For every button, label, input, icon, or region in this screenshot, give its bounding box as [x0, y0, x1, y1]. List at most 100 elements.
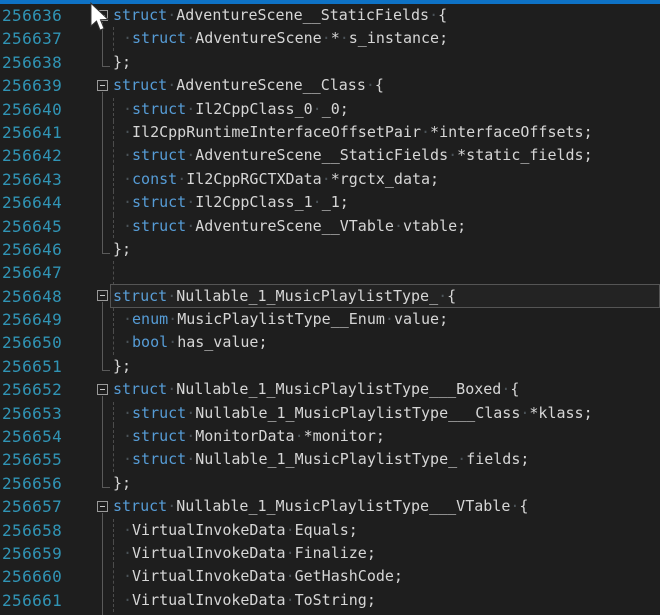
whitespace-dot: ·	[123, 29, 132, 47]
code-text[interactable]: ·enum·MusicPlaylistType__Enum·value;	[113, 308, 660, 331]
whitespace-dot: ·	[340, 29, 349, 47]
code-line[interactable]: 256657 struct·Nullable_1_MusicPlaylistTyp…	[0, 495, 660, 518]
line-number[interactable]: 256660	[0, 565, 97, 588]
indent-guide	[113, 519, 123, 542]
whitespace-dot: ·	[286, 544, 295, 562]
editor-code-area[interactable]: 256636 struct·AdventureScene__StaticField…	[0, 4, 660, 615]
line-number[interactable]: 256656	[0, 472, 97, 495]
fold-collapse-icon[interactable]	[97, 10, 108, 21]
line-number[interactable]: 256640	[0, 98, 97, 121]
code-text[interactable]: ·struct·Il2CppClass_1·_1;	[113, 191, 660, 214]
fold-connector-line	[102, 331, 103, 354]
line-number[interactable]: 256661	[0, 589, 97, 612]
code-line[interactable]: 256650 ·bool·has_value;	[0, 331, 660, 354]
code-text[interactable]: ·VirtualInvokeData·GetHashCode;	[113, 565, 660, 588]
code-line[interactable]: 256643 ·const·Il2CppRGCTXData·*rgctx_data…	[0, 168, 660, 191]
code-line[interactable]: 256642 ·struct·AdventureScene__StaticFiel…	[0, 144, 660, 167]
line-number[interactable]: 256654	[0, 425, 97, 448]
line-number[interactable]: 256639	[0, 74, 97, 97]
code-line[interactable]: 256654 ·struct·MonitorData·*monitor;	[0, 425, 660, 448]
code-text[interactable]: struct·AdventureScene__Class·{	[113, 74, 660, 97]
whitespace-dot: ·	[322, 170, 331, 188]
code-text[interactable]: ·const·Il2CppRGCTXData·*rgctx_data;	[113, 168, 660, 191]
whitespace-dot: ·	[186, 427, 195, 445]
line-number[interactable]: 256638	[0, 51, 97, 74]
code-token: };	[113, 474, 131, 492]
line-number[interactable]: 256655	[0, 448, 97, 471]
code-line[interactable]: 256639 struct·AdventureScene__Class·{	[0, 74, 660, 97]
line-number[interactable]: 256645	[0, 215, 97, 238]
code-line[interactable]: 256652 struct·Nullable_1_MusicPlaylistTyp…	[0, 378, 660, 401]
code-line[interactable]: 256646};	[0, 238, 660, 261]
code-line[interactable]: 256653 ·struct·Nullable_1_MusicPlaylistTy…	[0, 402, 660, 425]
line-number[interactable]: 256648	[0, 285, 97, 308]
fold-end-corner	[102, 370, 110, 371]
code-text[interactable]: struct·Nullable_1_MusicPlaylistType___VT…	[113, 495, 660, 518]
whitespace-dot: ·	[123, 521, 132, 539]
code-line[interactable]: 256637 ·struct·AdventureScene·*·s_instanc…	[0, 27, 660, 50]
code-line[interactable]: 256636 struct·AdventureScene__StaticField…	[0, 4, 660, 27]
fold-margin	[97, 331, 113, 354]
code-text[interactable]: ·bool·has_value;	[113, 331, 660, 354]
code-text[interactable]: };	[113, 472, 660, 495]
code-line[interactable]: 256647	[0, 261, 660, 284]
code-text[interactable]: struct·AdventureScene__StaticFields·{	[113, 4, 660, 27]
code-text[interactable]: ·Il2CppRuntimeInterfaceOffsetPair·*inter…	[113, 121, 660, 144]
code-text[interactable]: ·struct·Nullable_1_MusicPlaylistType_·fi…	[113, 448, 660, 471]
line-number[interactable]: 256644	[0, 191, 97, 214]
code-text[interactable]: ·struct·AdventureScene__VTable·vtable;	[113, 215, 660, 238]
line-number[interactable]: 256637	[0, 27, 97, 50]
code-text[interactable]: struct·Nullable_1_MusicPlaylistType_·{	[113, 285, 660, 308]
line-number[interactable]: 256641	[0, 121, 97, 144]
code-line[interactable]: 256649 ·enum·MusicPlaylistType__Enum·valu…	[0, 308, 660, 331]
code-line[interactable]: 256659 ·VirtualInvokeData·Finalize;	[0, 542, 660, 565]
code-text[interactable]: };	[113, 51, 660, 74]
code-text[interactable]: };	[113, 238, 660, 261]
code-text[interactable]: ·struct·Il2CppClass_0·_0;	[113, 98, 660, 121]
code-text[interactable]: ·struct·AdventureScene__StaticFields·*st…	[113, 144, 660, 167]
code-text[interactable]: ·struct·Nullable_1_MusicPlaylistType___C…	[113, 402, 660, 425]
line-number[interactable]: 256647	[0, 261, 97, 284]
code-line[interactable]: 256640 ·struct·Il2CppClass_0·_0;	[0, 98, 660, 121]
line-number[interactable]: 256653	[0, 402, 97, 425]
code-line[interactable]: 256648 struct·Nullable_1_MusicPlaylistTyp…	[0, 285, 660, 308]
code-line[interactable]: 256661 ·VirtualInvokeData·ToString;	[0, 589, 660, 612]
code-text[interactable]: ·VirtualInvokeData·ToString;	[113, 589, 660, 612]
fold-end-corner	[102, 487, 110, 488]
code-line[interactable]: 256638};	[0, 51, 660, 74]
indent-guide	[113, 215, 123, 238]
fold-collapse-icon[interactable]	[97, 290, 108, 301]
code-text[interactable]: ·VirtualInvokeData·Equals;	[113, 519, 660, 542]
code-line[interactable]: 256655 ·struct·Nullable_1_MusicPlaylistTy…	[0, 448, 660, 471]
code-line[interactable]: 256656};	[0, 472, 660, 495]
code-line[interactable]: 256645 ·struct·AdventureScene__VTable·vta…	[0, 215, 660, 238]
code-text[interactable]: };	[113, 355, 660, 378]
line-number[interactable]: 256650	[0, 331, 97, 354]
code-text[interactable]: struct·Nullable_1_MusicPlaylistType___Bo…	[113, 378, 660, 401]
line-number[interactable]: 256652	[0, 378, 97, 401]
whitespace-dot: ·	[123, 450, 132, 468]
line-number[interactable]: 256658	[0, 519, 97, 542]
code-text[interactable]: ·struct·MonitorData·*monitor;	[113, 425, 660, 448]
code-line[interactable]: 256641 ·Il2CppRuntimeInterfaceOffsetPair·…	[0, 121, 660, 144]
code-line[interactable]: 256660 ·VirtualInvokeData·GetHashCode;	[0, 565, 660, 588]
line-number[interactable]: 256646	[0, 238, 97, 261]
line-number[interactable]: 256643	[0, 168, 97, 191]
code-text[interactable]: ·struct·AdventureScene·*·s_instance;	[113, 27, 660, 50]
code-line[interactable]: 256658 ·VirtualInvokeData·Equals;	[0, 519, 660, 542]
line-number[interactable]: 256636	[0, 4, 97, 27]
fold-collapse-icon[interactable]	[97, 80, 108, 91]
line-number[interactable]: 256642	[0, 144, 97, 167]
code-line[interactable]: 256644 ·struct·Il2CppClass_1·_1;	[0, 191, 660, 214]
code-text[interactable]: ·VirtualInvokeData·Finalize;	[113, 542, 660, 565]
fold-connector-line	[102, 519, 103, 542]
line-number[interactable]: 256659	[0, 542, 97, 565]
fold-collapse-icon[interactable]	[97, 384, 108, 395]
line-number[interactable]: 256651	[0, 355, 97, 378]
line-number[interactable]: 256649	[0, 308, 97, 331]
fold-connector-line	[102, 542, 103, 565]
line-number[interactable]: 256657	[0, 495, 97, 518]
code-text[interactable]	[113, 261, 660, 284]
fold-collapse-icon[interactable]	[97, 501, 108, 512]
code-line[interactable]: 256651};	[0, 355, 660, 378]
